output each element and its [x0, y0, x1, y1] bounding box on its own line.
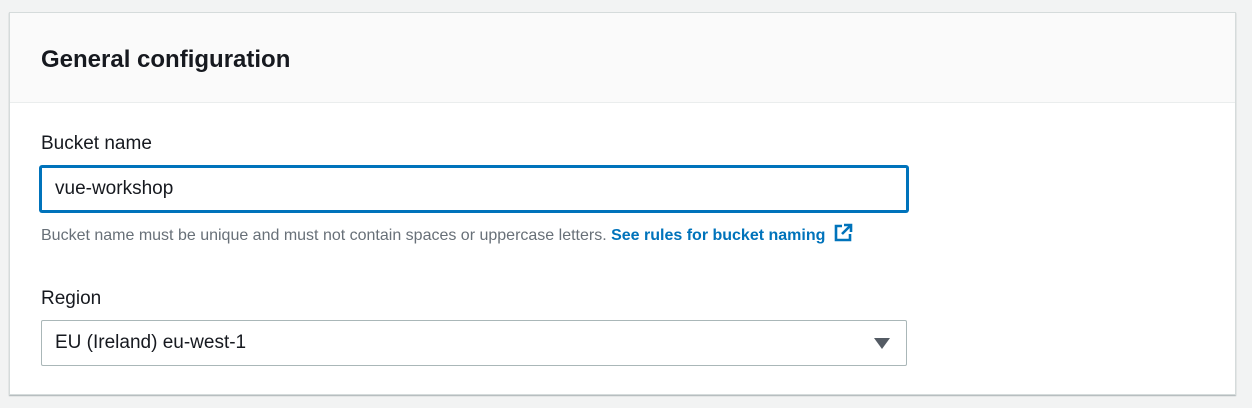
bucket-name-hint: Bucket name must be unique and must not … — [41, 223, 853, 246]
panel-title: General configuration — [41, 46, 291, 73]
region-label: Region — [41, 288, 102, 309]
bucket-name-input[interactable] — [40, 166, 908, 212]
bucket-naming-rules-link[interactable]: See rules for bucket naming — [611, 223, 853, 244]
panel-header: General configuration — [10, 13, 1235, 103]
external-link-icon — [835, 223, 853, 242]
region-select[interactable]: EU (Ireland) eu-west-1 — [41, 320, 907, 366]
caret-down-icon — [874, 337, 890, 349]
bucket-name-hint-text: Bucket name must be unique and must not … — [41, 227, 607, 244]
bucket-name-label: Bucket name — [41, 133, 152, 154]
bucket-naming-rules-link-label: See rules for bucket naming — [611, 227, 826, 244]
general-configuration-panel: General configuration Bucket name Bucket… — [9, 12, 1236, 395]
region-selected-value: EU (Ireland) eu-west-1 — [55, 332, 247, 353]
